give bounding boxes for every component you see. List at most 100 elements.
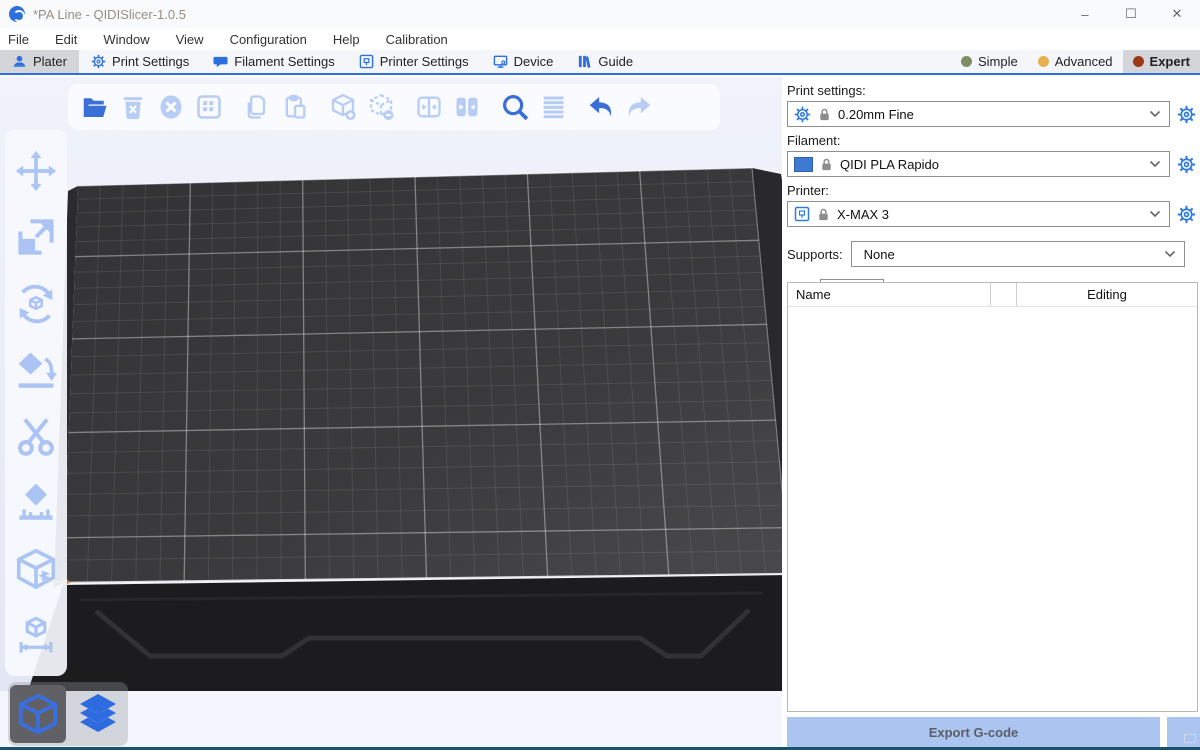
printer-icon <box>359 54 374 69</box>
main-toolbar <box>68 84 720 130</box>
mode-selector: Simple Advanced Expert <box>951 50 1200 73</box>
print-settings-combo[interactable]: 0.20mm Fine <box>787 101 1170 127</box>
scale-icon <box>14 215 58 259</box>
3d-viewport[interactable] <box>0 77 782 691</box>
measure-tool-button[interactable] <box>12 611 60 659</box>
tab-filament-settings[interactable]: Filament Settings <box>201 50 346 73</box>
move-tool-button[interactable] <box>12 147 60 195</box>
device-icon <box>493 54 508 69</box>
tab-print-settings[interactable]: Print Settings <box>79 50 201 73</box>
3d-view-cube-icon <box>15 691 61 737</box>
seam-painting-tool-button[interactable] <box>12 545 60 593</box>
undo-button[interactable] <box>582 88 620 126</box>
place-on-face-tool-button[interactable] <box>12 346 60 394</box>
menu-help[interactable]: Help <box>320 32 373 47</box>
gear-icon <box>1177 205 1196 224</box>
paste-button[interactable] <box>276 88 314 126</box>
3d-editor-view-button[interactable] <box>10 685 66 743</box>
add-instance-icon <box>328 92 358 122</box>
menu-calibration[interactable]: Calibration <box>373 32 461 47</box>
filament-label: Filament: <box>787 133 1200 148</box>
add-instance-button[interactable] <box>324 88 362 126</box>
export-row: Export G-code <box>787 717 1200 747</box>
expert-dot-icon <box>1133 56 1144 67</box>
menu-configuration[interactable]: Configuration <box>217 32 320 47</box>
export-to-sd-button[interactable] <box>1167 717 1200 747</box>
layer-height-icon <box>539 93 567 121</box>
open-folder-icon <box>80 92 110 122</box>
split-parts-icon <box>453 93 481 121</box>
undo-arrow-icon <box>586 92 616 122</box>
title-bar: *PA Line - QIDISlicer-1.0.5 – ☐ ✕ <box>0 0 1200 28</box>
printer-combo[interactable]: X-MAX 3 <box>787 201 1170 227</box>
filament-combo[interactable]: QIDI PLA Rapido <box>787 151 1170 177</box>
remove-instance-button[interactable] <box>362 88 400 126</box>
minimize-button[interactable]: – <box>1062 0 1108 28</box>
filament-icon <box>213 54 228 69</box>
mode-simple[interactable]: Simple <box>951 50 1028 73</box>
filament-edit-button[interactable] <box>1174 155 1198 174</box>
split-to-objects-button[interactable] <box>410 88 448 126</box>
tab-guide[interactable]: Guide <box>565 50 645 73</box>
print-settings-edit-button[interactable] <box>1174 105 1198 124</box>
paint-supports-icon <box>14 480 58 524</box>
lock-icon <box>816 207 831 222</box>
sd-card-icon <box>1184 734 1196 743</box>
maximize-button[interactable]: ☐ <box>1108 0 1154 28</box>
mode-advanced[interactable]: Advanced <box>1028 50 1123 73</box>
menu-edit[interactable]: Edit <box>42 32 90 47</box>
menu-file[interactable]: File <box>0 32 42 47</box>
print-settings-label: Print settings: <box>787 83 1200 98</box>
export-gcode-button[interactable]: Export G-code <box>787 717 1160 747</box>
delete-all-icon <box>157 93 185 121</box>
menu-view[interactable]: View <box>163 32 217 47</box>
redo-button[interactable] <box>620 88 658 126</box>
open-project-button[interactable] <box>76 88 114 126</box>
supports-value: None <box>858 247 1158 262</box>
search-button[interactable] <box>496 88 534 126</box>
app-logo-icon <box>9 6 25 22</box>
rotate-tool-button[interactable] <box>12 280 60 328</box>
arrange-button[interactable] <box>190 88 228 126</box>
cut-tool-button[interactable] <box>12 412 60 460</box>
gizmo-toolbar <box>5 130 67 676</box>
rotate-icon <box>13 281 59 327</box>
tab-plater[interactable]: Plater <box>0 50 79 73</box>
object-list-table[interactable]: Name Editing <box>787 282 1198 712</box>
printer-edit-button[interactable] <box>1174 205 1198 224</box>
measure-icon <box>15 614 57 656</box>
paint-supports-tool-button[interactable] <box>12 478 60 526</box>
variable-layer-height-button[interactable] <box>534 88 572 126</box>
column-extruder <box>991 283 1017 306</box>
delete-button[interactable] <box>114 88 152 126</box>
preview-view-button[interactable] <box>70 685 126 743</box>
scale-tool-button[interactable] <box>12 213 60 261</box>
copy-button[interactable] <box>238 88 276 126</box>
chevron-down-icon <box>1149 210 1161 218</box>
supports-combo[interactable]: None <box>851 241 1185 267</box>
menu-window[interactable]: Window <box>90 32 162 47</box>
guide-icon <box>577 54 592 69</box>
printer-label: Printer: <box>787 183 1200 198</box>
mode-expert[interactable]: Expert <box>1123 50 1200 73</box>
printer-icon <box>794 206 810 222</box>
move-icon <box>14 149 58 193</box>
lock-icon <box>819 157 834 172</box>
search-icon <box>500 92 530 122</box>
split-to-parts-button[interactable] <box>448 88 486 126</box>
supports-label: Supports: <box>787 247 843 262</box>
chevron-down-icon <box>1149 160 1161 168</box>
seam-icon <box>13 546 59 592</box>
menu-bar: File Edit Window View Configuration Help… <box>0 28 1200 50</box>
settings-panel: Print settings: 0.20mm Fine Filament: QI… <box>782 77 1200 747</box>
delete-all-button[interactable] <box>152 88 190 126</box>
close-button[interactable]: ✕ <box>1154 0 1200 28</box>
print-bed-scene <box>0 77 782 691</box>
lock-icon <box>817 107 832 122</box>
trash-icon <box>119 93 147 121</box>
tab-device[interactable]: Device <box>481 50 566 73</box>
tab-printer-settings[interactable]: Printer Settings <box>347 50 481 73</box>
gear-icon <box>794 106 811 123</box>
preview-layers-icon <box>74 690 122 738</box>
column-name: Name <box>788 283 991 306</box>
